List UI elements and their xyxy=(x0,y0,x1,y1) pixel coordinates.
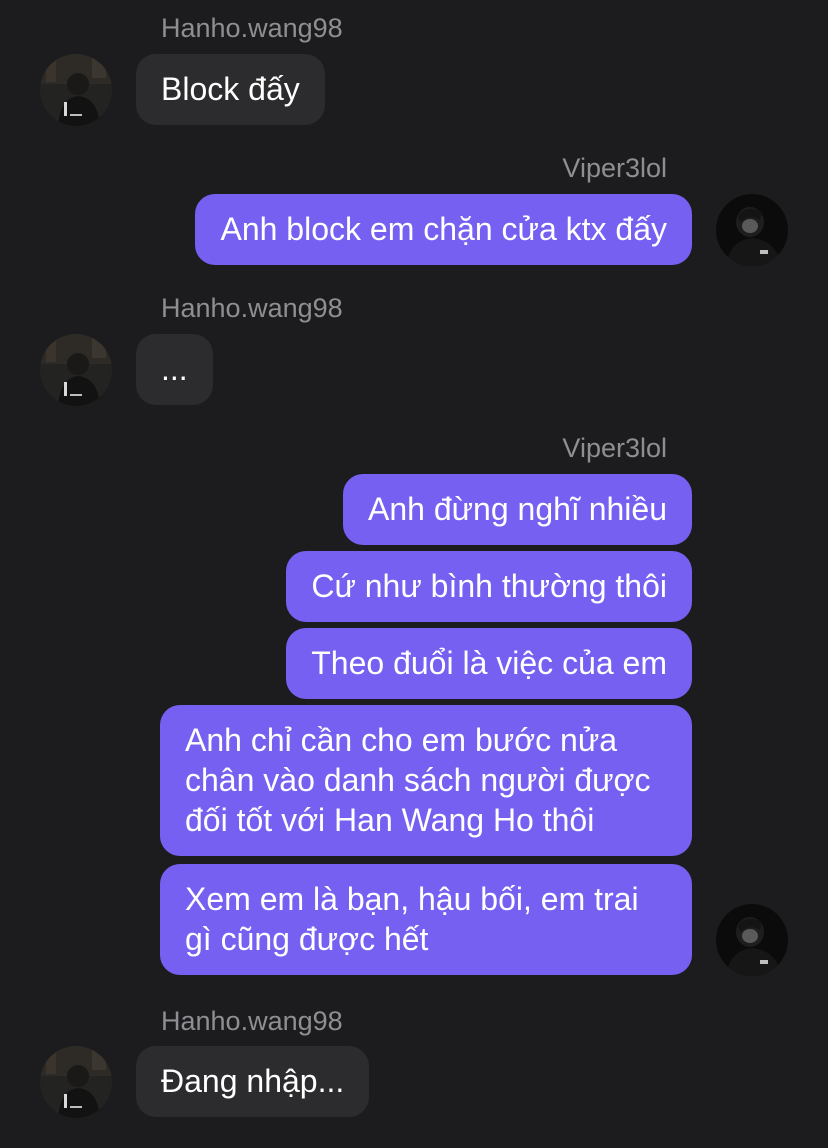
avatar-viper[interactable] xyxy=(716,904,788,976)
message-bubble-outgoing[interactable]: Xem em là bạn, hậu bối, em trai gì cũng … xyxy=(160,864,692,975)
avatar-hanho[interactable] xyxy=(40,54,112,126)
sender-name: Viper3lol xyxy=(562,433,667,463)
message-bubble-incoming[interactable]: Đang nhập... xyxy=(136,1046,370,1117)
message-bubble-outgoing[interactable]: Theo đuổi là việc của em xyxy=(286,628,692,699)
avatar-viper[interactable] xyxy=(716,194,788,266)
avatar-hanho[interactable] xyxy=(40,334,112,406)
sender-name: Hanho.wang98 xyxy=(161,13,343,43)
message-bubble-incoming[interactable]: ... xyxy=(136,334,213,405)
avatar-hanho[interactable] xyxy=(40,1046,112,1118)
chat-thread: Hanho.wang98 Block đấy Viper3lol Anh blo… xyxy=(0,0,828,1148)
avatar-photo-icon xyxy=(716,904,788,976)
sender-name: Hanho.wang98 xyxy=(161,293,343,323)
message-bubble-outgoing[interactable]: Anh chỉ cần cho em bước nửa chân vào dan… xyxy=(160,705,692,856)
message-bubble-incoming[interactable]: Block đấy xyxy=(136,54,325,125)
message-bubble-outgoing[interactable]: Anh đừng nghĩ nhiều xyxy=(343,474,692,545)
message-bubble-outgoing[interactable]: Anh block em chặn cửa ktx đấy xyxy=(195,194,692,265)
sender-name: Hanho.wang98 xyxy=(161,1006,343,1036)
message-bubble-outgoing[interactable]: Cứ như bình thường thôi xyxy=(286,551,692,622)
avatar-photo-icon xyxy=(716,194,788,266)
avatar-photo-icon xyxy=(40,1046,112,1118)
avatar-photo-icon xyxy=(40,334,112,406)
avatar-photo-icon xyxy=(40,54,112,126)
sender-name: Viper3lol xyxy=(562,153,667,183)
